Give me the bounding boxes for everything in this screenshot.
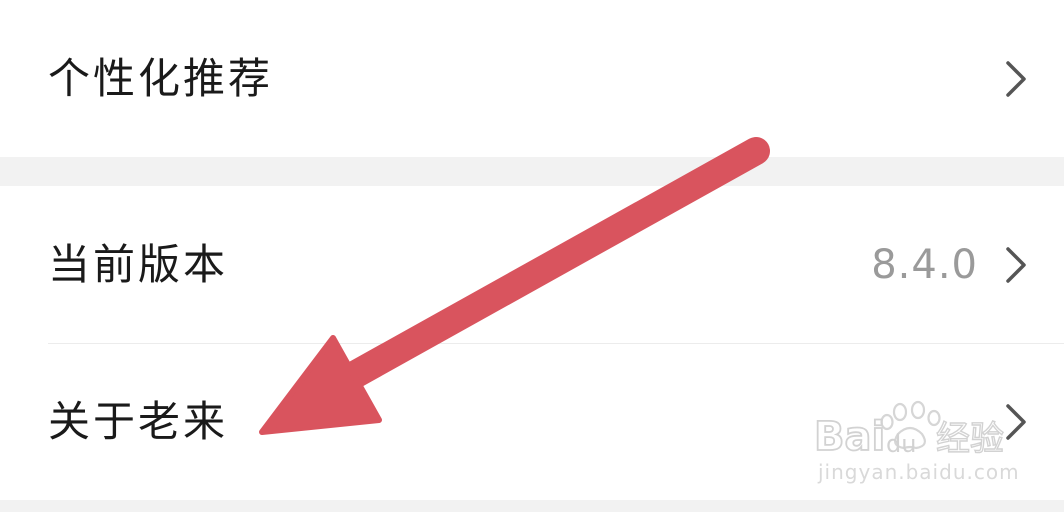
settings-item-personalized-recommendation[interactable]: 个性化推荐 [0,0,1064,157]
settings-item-current-version[interactable]: 当前版本 8.4.0 [0,186,1064,344]
settings-item-label: 个性化推荐 [48,53,274,103]
chevron-right-icon [1006,404,1026,440]
chevron-right-icon [1006,60,1026,97]
chevron-right-icon [1006,247,1026,283]
settings-screen: 个性化推荐 当前版本 8.4.0 关于老来 Bai du 经验 jingyan.… [0,0,1064,512]
settings-group-2: 当前版本 8.4.0 关于老来 [0,186,1064,500]
settings-item-label: 关于老来 [48,397,229,446]
settings-group-1: 个性化推荐 [0,0,1064,157]
settings-item-about[interactable]: 关于老来 [0,344,1064,500]
settings-item-label: 当前版本 [48,240,229,289]
version-number: 8.4.0 [871,242,978,288]
